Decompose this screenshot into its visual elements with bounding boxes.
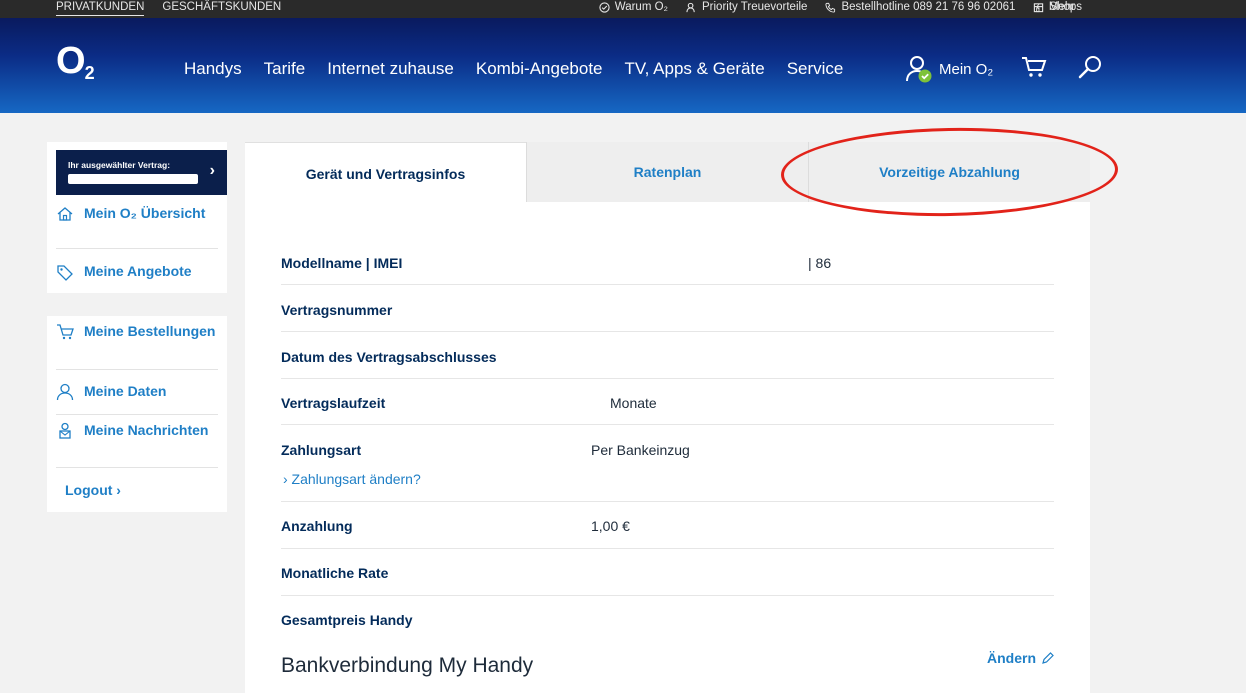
segment-privatkunden[interactable]: PRIVATKUNDEN	[56, 0, 145, 16]
row-divider	[281, 548, 1054, 549]
row-divider	[281, 595, 1054, 596]
nav-service[interactable]: Service	[787, 59, 844, 79]
row-divider	[281, 331, 1054, 332]
tab-vorzeitige-abzahlung[interactable]: Vorzeitige Abzahlung	[808, 142, 1090, 202]
check-circle-icon	[599, 2, 610, 13]
chevron-left-icon: ‹	[1036, 1, 1040, 13]
message-icon	[59, 422, 71, 439]
tab-geraet-vertragsinfos[interactable]: Gerät und Vertragsinfos	[245, 142, 526, 203]
more-menu[interactable]: ‹ Mehr	[1036, 0, 1075, 15]
row-divider	[281, 284, 1054, 285]
sidebar-bottom: Meine Bestellungen Meine Daten Meine Nac…	[47, 316, 227, 512]
phone-icon	[825, 2, 836, 13]
divider	[56, 369, 218, 370]
sidebar-item-angebote[interactable]: Meine Angebote	[56, 262, 218, 281]
sidebar-item-uebersicht[interactable]: Mein O₂ Übersicht	[56, 204, 218, 223]
divider	[56, 248, 218, 249]
sidebar-item-daten[interactable]: Meine Daten	[56, 382, 218, 401]
pencil-icon	[1042, 651, 1054, 664]
tag-icon	[57, 265, 73, 281]
sidebar-item-nachrichten[interactable]: Meine Nachrichten	[56, 421, 218, 440]
main-header: O2 Handys Tarife Internet zuhause Kombi-…	[0, 18, 1246, 113]
contract-selector[interactable]: Ihr ausgewählter Vertrag: ›	[56, 150, 227, 195]
priority-link[interactable]: Priority Treuevorteile	[686, 0, 807, 15]
row-divider	[281, 501, 1054, 502]
row-divider	[281, 378, 1054, 379]
nav-handys[interactable]: Handys	[184, 59, 242, 79]
tab-ratenplan[interactable]: Ratenplan	[526, 142, 808, 202]
tab-bar: Gerät und Vertragsinfos Ratenplan Vorzei…	[245, 142, 1090, 203]
nav-internet-zuhause[interactable]: Internet zuhause	[327, 59, 454, 79]
edit-bank-button[interactable]: Ändern	[987, 650, 1054, 666]
top-utility-bar: PRIVATKUNDEN GESCHÄFTSKUNDEN Warum O₂ Pr…	[0, 0, 1246, 18]
sidebar-top: Ihr ausgewählter Vertrag: › Mein O₂ Über…	[47, 142, 227, 293]
warum-o2-link[interactable]: Warum O₂	[599, 0, 668, 15]
account-check-icon	[906, 56, 932, 83]
nav-kombi-angebote[interactable]: Kombi-Angebote	[476, 59, 603, 79]
contract-number-redacted	[68, 174, 198, 184]
hotline-link[interactable]: Bestellhotline 089 21 76 96 02061	[825, 0, 1015, 15]
chevron-right-icon: ›	[209, 162, 215, 179]
sidebar-item-bestellungen[interactable]: Meine Bestellungen	[56, 322, 218, 341]
nav-tv-apps-geraete[interactable]: TV, Apps & Geräte	[625, 59, 765, 79]
contract-details-card: Gerät und Vertragsinfos Ratenplan Vorzei…	[245, 142, 1090, 693]
segment-geschaeftskunden[interactable]: GESCHÄFTSKUNDEN	[162, 0, 281, 16]
divider	[56, 414, 218, 415]
divider	[56, 467, 218, 468]
change-payment-link[interactable]: › Zahlungsart ändern?	[283, 471, 421, 487]
home-icon	[57, 207, 73, 221]
priority-user-icon	[686, 2, 695, 13]
logout-link[interactable]: Logout ›	[65, 482, 121, 498]
nav-tarife[interactable]: Tarife	[264, 59, 306, 79]
main-nav: Handys Tarife Internet zuhause Kombi-Ang…	[184, 59, 843, 79]
row-divider	[281, 424, 1054, 425]
bank-section-heading: Bankverbindung My Handy	[281, 654, 534, 677]
cart-icon	[57, 324, 74, 340]
search-icon[interactable]	[1077, 54, 1103, 84]
o2-logo[interactable]: O2	[56, 40, 95, 84]
mein-o2-account[interactable]: Mein O₂	[905, 54, 993, 84]
cart-icon[interactable]	[1021, 56, 1047, 82]
user-icon	[56, 383, 74, 401]
